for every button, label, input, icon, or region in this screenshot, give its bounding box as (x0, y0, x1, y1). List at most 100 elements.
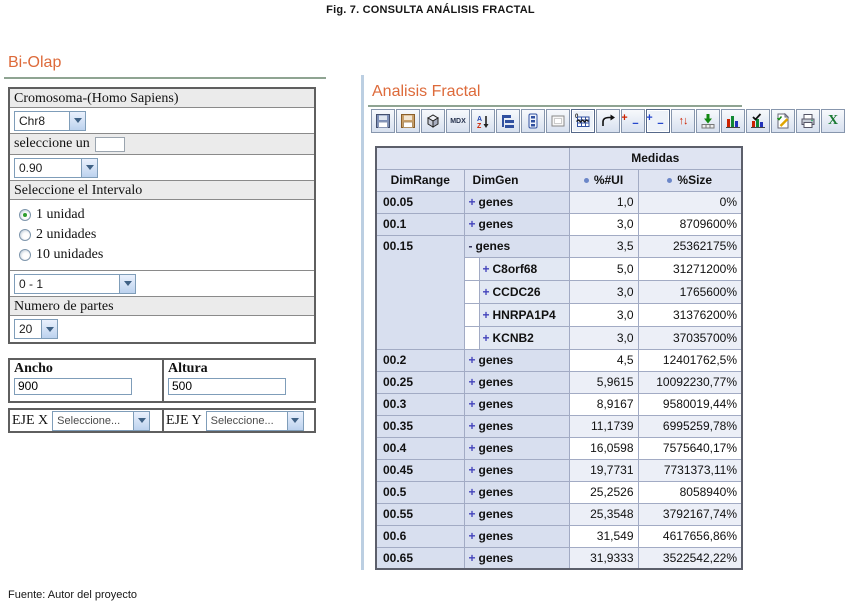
radio-selected-icon[interactable] (19, 209, 31, 221)
dimrange-cell: 00.5 (376, 481, 464, 503)
figure-source: Fuente: Autor del proyecto (8, 589, 137, 601)
drill-replace-button[interactable]: ↑↓ (671, 109, 695, 133)
expand-icon[interactable]: + (483, 262, 490, 276)
expand-icon[interactable]: + (469, 419, 476, 433)
chevron-down-icon[interactable] (133, 412, 149, 430)
show-chart-button[interactable] (721, 109, 745, 133)
drill-member-button[interactable]: +− (621, 109, 645, 133)
ancho-cell: Ancho (10, 360, 162, 401)
expand-icon[interactable]: + (469, 507, 476, 521)
collapse-icon[interactable]: - (469, 239, 473, 253)
hide-spans-button[interactable]: 0 (571, 109, 595, 133)
eje-x-group: EJE X Seleccione... (10, 410, 162, 431)
olap-navigator-button[interactable] (421, 109, 445, 133)
jpivot-toolbar: MDX AZ 0 +− +− ↑↓ X (371, 109, 846, 133)
dimrange-cell: 00.15 (376, 235, 464, 349)
expand-icon[interactable]: + (469, 195, 476, 209)
expand-icon[interactable]: + (469, 485, 476, 499)
threshold-select[interactable]: 0.90 (14, 158, 98, 178)
eje-y-group: EJE Y Seleccione... (162, 410, 314, 431)
drill-through-button[interactable] (696, 109, 720, 133)
radio-icon[interactable] (19, 229, 31, 241)
expand-icon[interactable]: + (469, 529, 476, 543)
chevron-down-icon[interactable] (41, 320, 57, 338)
partes-select[interactable]: 20 (14, 319, 58, 339)
range-select[interactable]: 0 - 1 (14, 274, 136, 294)
chevron-down-icon[interactable] (81, 159, 97, 177)
sort-indicator-icon[interactable] (584, 178, 589, 183)
mdx-editor-button[interactable]: MDX (446, 109, 470, 133)
expand-icon[interactable]: + (469, 397, 476, 411)
expand-icon[interactable]: + (469, 551, 476, 565)
expand-icon[interactable]: + (469, 463, 476, 477)
ui-cell: 3,5 (569, 235, 638, 257)
dimgen-cell: +genes (464, 415, 569, 437)
size-cell: 8709600% (638, 213, 742, 235)
eje-y-select[interactable]: Seleccione... (206, 411, 304, 431)
sort-button[interactable]: AZ (471, 109, 495, 133)
dimgen-cell: -genes (464, 235, 569, 257)
table-row: 00.25 +genes 5,9615 10092230,77% (376, 371, 742, 393)
dimrange-cell: 00.3 (376, 393, 464, 415)
size-cell: 10092230,77% (638, 371, 742, 393)
analisis-underline (368, 105, 742, 107)
bar-chart-icon (725, 113, 741, 129)
print-config-button[interactable] (771, 109, 795, 133)
size-cell: 12401762,5% (638, 349, 742, 371)
table-row: 00.05 +genes 1,0 0% (376, 191, 742, 213)
altura-input[interactable] (168, 378, 286, 395)
panel-separator (361, 75, 364, 570)
save-as-button[interactable] (396, 109, 420, 133)
interval-radio-group: 1 unidad 2 unidades 10 unidades (10, 200, 314, 271)
radio-2-unidades[interactable]: 2 unidades (19, 225, 312, 245)
expand-icon[interactable]: + (469, 441, 476, 455)
eje-x-select[interactable]: Seleccione... (52, 411, 150, 431)
swap-axes-button[interactable] (596, 109, 620, 133)
show-properties-button[interactable] (521, 109, 545, 133)
axes-box: EJE X Seleccione... EJE Y Seleccione... (8, 408, 316, 433)
sort-indicator-icon[interactable] (667, 178, 672, 183)
properties-list-icon (525, 113, 541, 129)
dimgen-cell: +genes (464, 191, 569, 213)
expand-icon[interactable]: + (469, 353, 476, 367)
partes-header: Numero de partes (10, 297, 314, 316)
bar-chart-check-icon (750, 113, 766, 129)
seleccione-input[interactable] (95, 137, 125, 152)
dimrange-column-header: DimRange (376, 169, 464, 191)
suppress-empty-button[interactable] (546, 109, 570, 133)
chart-config-button[interactable] (746, 109, 770, 133)
medidas-header: Medidas (569, 147, 742, 169)
dimgen-column-header: DimGen (464, 169, 569, 191)
column-header-row: DimRange DimGen %#UI %Size (376, 169, 742, 191)
radio-1-unidad[interactable]: 1 unidad (19, 205, 312, 225)
expand-icon[interactable]: + (483, 308, 490, 322)
table-row: 00.6 +genes 31,549 4617656,86% (376, 525, 742, 547)
chevron-down-icon[interactable] (287, 412, 303, 430)
dimgen-child-cell: +HNRPA1P4 (464, 303, 569, 326)
ancho-label: Ancho (14, 361, 158, 377)
table-row: 00.1 +genes 3,0 8709600% (376, 213, 742, 235)
expand-icon[interactable]: + (469, 375, 476, 389)
altura-label: Altura (168, 361, 310, 377)
query-form: Cromosoma-(Homo Sapiens) Chr8 seleccione… (8, 87, 316, 344)
print-button[interactable] (796, 109, 820, 133)
chevron-down-icon[interactable] (119, 275, 135, 293)
figure-page: Fig. 7. CONSULTA ANÁLISIS FRACTAL Bi-Ola… (0, 0, 861, 610)
export-excel-button[interactable]: X (821, 109, 845, 133)
chevron-down-icon[interactable] (69, 112, 85, 130)
chromosome-select[interactable]: Chr8 (14, 111, 86, 131)
expand-icon[interactable]: + (483, 331, 490, 345)
expand-icon[interactable]: + (469, 217, 476, 231)
radio-10-unidades[interactable]: 10 unidades (19, 245, 312, 265)
dimgen-child-cell: +KCNB2 (464, 326, 569, 349)
size-cell: 4617656,86% (638, 525, 742, 547)
expand-icon[interactable]: + (483, 285, 490, 299)
eje-y-label: EJE Y (166, 413, 202, 429)
save-button[interactable] (371, 109, 395, 133)
radio-icon[interactable] (19, 249, 31, 261)
ancho-input[interactable] (14, 378, 132, 395)
show-parent-members-button[interactable] (496, 109, 520, 133)
dimgen-cell: +genes (464, 481, 569, 503)
ui-cell: 31,9333 (569, 547, 638, 569)
drill-position-button[interactable]: +− (646, 109, 670, 133)
